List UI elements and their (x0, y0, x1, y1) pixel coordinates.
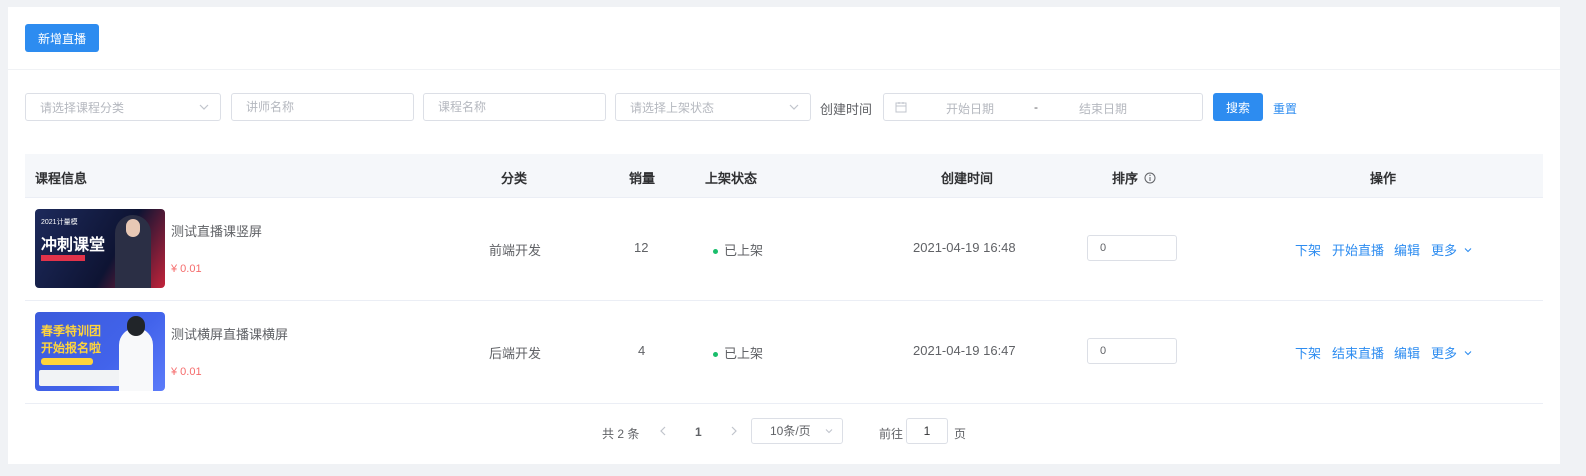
sort-input[interactable]: 0 (1087, 338, 1177, 364)
status-text: 已上架 (724, 243, 764, 258)
edit-link[interactable]: 编辑 (1394, 343, 1420, 362)
col-category: 分类 (501, 171, 528, 186)
course-table: 课程信息 分类 销量 上架状态 创建时间 排序 操作 2021计量模 冲刺课堂 (25, 154, 1543, 404)
search-button[interactable]: 搜索 (1213, 93, 1263, 121)
date-end-input[interactable]: 结束日期 (1079, 100, 1127, 117)
course-thumbnail[interactable]: 2021计量模 冲刺课堂 (35, 209, 165, 288)
main-panel: 请选择课程分类 请选择上架状态 创建时间 开始日期 - 结束日期 搜索 重置 课… (8, 70, 1560, 464)
thumbnail-title: 春季特训团 (41, 324, 102, 338)
unpublish-link[interactable]: 下架 (1295, 343, 1321, 362)
course-sales: 4 (638, 343, 646, 358)
chevron-down-icon (1464, 248, 1472, 253)
col-created: 创建时间 (941, 171, 994, 186)
status-badge: 已上架 (713, 343, 763, 362)
table-header: 课程信息 分类 销量 上架状态 创建时间 排序 操作 (25, 154, 1543, 198)
chevron-down-icon (825, 429, 833, 434)
more-label: 更多 (1431, 346, 1458, 361)
course-name: 测试横屏直播课横屏 (171, 327, 289, 342)
course-sales: 12 (634, 240, 649, 255)
created-time: 2021-04-19 16:47 (913, 343, 1016, 358)
status-badge: 已上架 (713, 240, 763, 259)
thumbnail-subtitle: 开始报名啦 (41, 341, 102, 355)
chevron-down-icon (199, 104, 209, 110)
date-range-picker[interactable]: 开始日期 - 结束日期 (883, 93, 1203, 121)
col-course-info: 课程信息 (35, 171, 88, 186)
pagination-total: 共 2 条 (602, 427, 640, 441)
status-dot-icon (713, 352, 718, 358)
thumbnail-banner (41, 358, 93, 365)
created-time: 2021-04-19 16:48 (913, 240, 1016, 255)
thumbnail-hair (127, 316, 145, 336)
thumbnail-title: 冲刺课堂 (41, 237, 106, 254)
col-sort-label: 排序 (1112, 171, 1139, 186)
page-suffix-label: 页 (954, 427, 967, 441)
course-price: ¥ 0.01 (171, 263, 202, 275)
course-name: 测试直播课竖屏 (171, 224, 263, 239)
reset-link[interactable]: 重置 (1273, 100, 1297, 117)
course-category: 后端开发 (489, 346, 542, 361)
chevron-right-icon[interactable] (729, 425, 739, 437)
chevron-left-icon[interactable] (658, 425, 668, 437)
course-input[interactable] (423, 93, 606, 121)
page-number-current[interactable]: 1 (695, 425, 702, 439)
created-time-label: 创建时间 (820, 102, 873, 117)
col-status: 上架状态 (705, 171, 758, 186)
course-name-field[interactable] (438, 100, 605, 114)
info-icon[interactable] (1144, 172, 1156, 184)
status-select[interactable]: 请选择上架状态 (615, 93, 811, 121)
date-separator: - (1034, 100, 1038, 114)
edit-link[interactable]: 编辑 (1394, 240, 1420, 259)
sort-input[interactable]: 0 (1087, 235, 1177, 261)
start-live-link[interactable]: 开始直播 (1332, 240, 1384, 259)
category-select[interactable]: 请选择课程分类 (25, 93, 221, 121)
col-sales: 销量 (629, 171, 656, 186)
course-price: ¥ 0.01 (171, 366, 202, 378)
course-category: 前端开发 (489, 243, 542, 258)
page-size-value: 10条/页 (770, 424, 811, 438)
thumbnail-subtitle: 2021计量模 (41, 219, 78, 226)
page-size-select[interactable]: 10条/页 (751, 418, 843, 444)
calendar-icon (895, 102, 907, 113)
more-dropdown[interactable]: 更多 (1431, 240, 1473, 259)
col-sort: 排序 (1112, 168, 1156, 187)
chevron-down-icon (1464, 351, 1472, 356)
course-thumbnail[interactable]: 春季特训团 开始报名啦 (35, 312, 165, 391)
thumbnail-person (119, 328, 153, 391)
status-placeholder: 请选择上架状态 (630, 100, 715, 115)
unpublish-link[interactable]: 下架 (1295, 240, 1321, 259)
teacher-input[interactable] (231, 93, 414, 121)
status-dot-icon (713, 249, 718, 255)
col-actions: 操作 (1370, 171, 1397, 186)
toolbar-panel: 新增直播 (8, 7, 1560, 69)
teacher-name-field[interactable] (246, 100, 413, 114)
chevron-down-icon (789, 104, 799, 110)
thumbnail-face (126, 219, 140, 237)
status-text: 已上架 (724, 346, 764, 361)
thumbnail-scroll (39, 370, 129, 386)
date-start-input[interactable]: 开始日期 (946, 100, 994, 117)
end-live-link[interactable]: 结束直播 (1332, 343, 1384, 362)
more-label: 更多 (1431, 243, 1458, 258)
more-dropdown[interactable]: 更多 (1431, 343, 1473, 362)
goto-page-input[interactable]: 1 (906, 418, 948, 444)
add-live-button[interactable]: 新增直播 (25, 24, 99, 52)
table-row: 2021计量模 冲刺课堂 测试直播课竖屏 ¥ 0.01 前端开发 12 已上架 … (25, 198, 1543, 301)
table-row: 春季特训团 开始报名啦 测试横屏直播课横屏 ¥ 0.01 后端开发 4 已上架 … (25, 301, 1543, 404)
goto-label: 前往 (879, 427, 904, 441)
category-placeholder: 请选择课程分类 (40, 100, 125, 115)
thumbnail-badge (41, 255, 85, 261)
